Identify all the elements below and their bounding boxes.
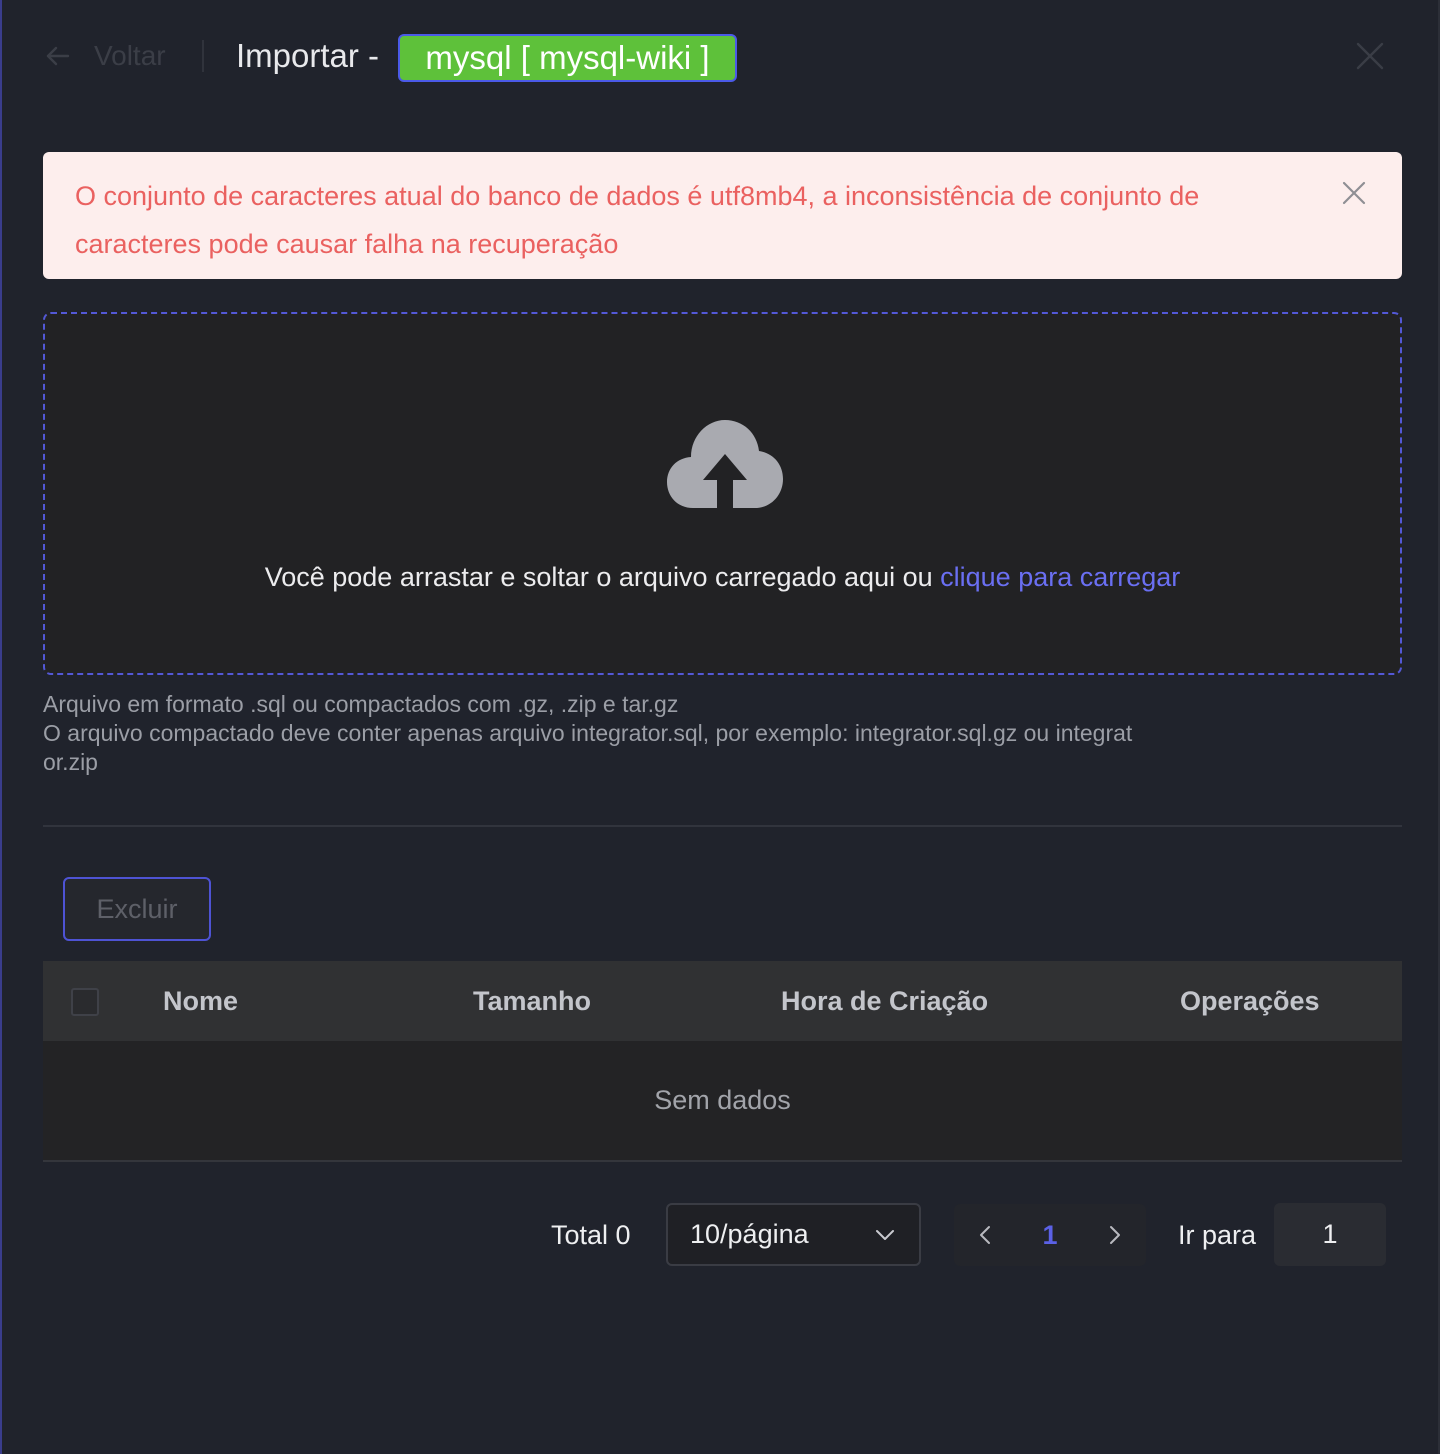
section-divider: [43, 825, 1402, 827]
upload-link[interactable]: clique para carregar: [940, 562, 1180, 592]
column-created-time: Hora de Criação: [781, 985, 989, 1016]
header-divider: [202, 40, 204, 72]
column-size: Tamanho: [473, 985, 592, 1016]
upload-dropzone[interactable]: Você pode arrastar e soltar o arquivo ca…: [43, 312, 1402, 675]
hint-line-1: Arquivo em formato .sql ou compactados c…: [43, 691, 679, 717]
alert-close-icon[interactable]: [1341, 180, 1367, 206]
back-label: Voltar: [94, 40, 166, 71]
hint-line-2: O arquivo compactado deve conter apenas …: [43, 720, 1133, 775]
alert-message: O conjunto de caracteres atual do banco …: [75, 181, 1200, 259]
arrow-left-icon: [46, 46, 70, 66]
format-hint: Arquivo em formato .sql ou compactados c…: [43, 690, 1133, 777]
select-all-checkbox[interactable]: [71, 988, 99, 1016]
upload-instructions: Você pode arrastar e soltar o arquivo ca…: [45, 562, 1400, 593]
close-icon[interactable]: [1354, 40, 1386, 72]
goto-page-input[interactable]: [1274, 1203, 1386, 1266]
pagination-total: Total 0: [551, 1219, 631, 1250]
upload-text: Você pode arrastar e soltar o arquivo ca…: [264, 562, 933, 592]
charset-warning-alert: O conjunto de caracteres atual do banco …: [43, 152, 1402, 279]
back-button[interactable]: Voltar: [44, 36, 166, 76]
empty-state: Sem dados: [654, 1085, 791, 1115]
table-body: Sem dados: [43, 1041, 1402, 1162]
goto-label: Ir para: [1178, 1219, 1257, 1250]
chevron-left-icon[interactable]: [974, 1223, 998, 1247]
page-number-current[interactable]: 1: [1030, 1204, 1070, 1266]
drawer-header: Voltar Importar - mysql [ mysql-wiki ]: [2, 0, 1438, 112]
page-title: Importar -: [236, 37, 380, 74]
import-drawer: Voltar Importar - mysql [ mysql-wiki ] O…: [0, 0, 1440, 1454]
pager: 1: [954, 1204, 1146, 1266]
column-name: Nome: [163, 985, 239, 1016]
page-size-select[interactable]: 10/página: [666, 1203, 921, 1266]
chevron-down-icon: [876, 1230, 894, 1240]
delete-button[interactable]: Excluir: [63, 877, 211, 941]
database-tag: mysql [ mysql-wiki ]: [398, 34, 737, 82]
table-header: Nome Tamanho Hora de Criação Operações: [43, 961, 1402, 1041]
chevron-right-icon[interactable]: [1102, 1223, 1126, 1247]
column-operations: Operações: [1180, 985, 1320, 1016]
page-size-value: 10/página: [690, 1219, 809, 1249]
cloud-upload-icon: [667, 420, 783, 510]
